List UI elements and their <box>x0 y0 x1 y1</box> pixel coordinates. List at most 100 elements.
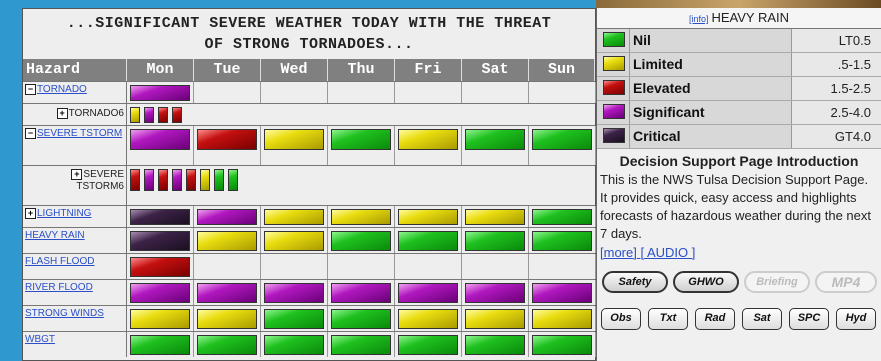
risk-swatch-lim[interactable] <box>465 309 525 329</box>
obs-button[interactable]: Obs <box>601 308 641 330</box>
risk-swatch-lim[interactable] <box>130 309 190 329</box>
hazard-name[interactable]: HEAVY RAIN <box>25 230 85 241</box>
risk-swatch-nil[interactable] <box>532 335 592 355</box>
hazard-label[interactable]: HEAVY RAIN <box>23 228 127 253</box>
risk-mini-lim[interactable] <box>130 107 140 123</box>
risk-swatch-nil[interactable] <box>331 129 391 150</box>
day-cell <box>462 306 529 331</box>
mp4-button[interactable]: MP4 <box>815 271 877 293</box>
risk-swatch-nil[interactable] <box>398 231 458 251</box>
safety-button[interactable]: Safety <box>602 271 668 293</box>
hazard-label[interactable]: − SEVERE TSTORM <box>23 126 127 165</box>
hazard-name[interactable]: STRONG WINDS <box>25 308 104 319</box>
risk-swatch-lim[interactable] <box>398 309 458 329</box>
hazard-name[interactable]: FLASH FLOOD <box>25 256 94 267</box>
risk-mini-elev[interactable] <box>130 169 140 191</box>
risk-swatch-crit[interactable] <box>130 209 190 225</box>
hazard-label[interactable]: + LIGHTNING <box>23 206 127 227</box>
risk-swatch-lim[interactable] <box>532 309 592 329</box>
risk-swatch-sig[interactable] <box>130 129 190 150</box>
risk-swatch-nil[interactable] <box>264 309 324 329</box>
risk-mini-elev[interactable] <box>186 169 196 191</box>
risk-swatch-nil[interactable] <box>465 129 525 150</box>
hyd-button[interactable]: Hyd <box>836 308 876 330</box>
risk-swatch-lim[interactable] <box>264 209 324 225</box>
risk-swatch-sig[interactable] <box>398 283 458 303</box>
risk-swatch-nil[interactable] <box>331 231 391 251</box>
risk-swatch-nil[interactable] <box>130 335 190 355</box>
collapse-icon[interactable]: − <box>25 84 36 95</box>
risk-swatch-nil[interactable] <box>532 129 592 150</box>
risk-swatch-lim[interactable] <box>398 129 458 150</box>
expand-icon[interactable]: + <box>71 169 83 180</box>
risk-mini-nil[interactable] <box>228 169 238 191</box>
risk-swatch-nil[interactable] <box>398 335 458 355</box>
risk-mini-sig[interactable] <box>144 169 154 191</box>
risk-swatch-lim[interactable] <box>331 209 391 225</box>
risk-swatch-sig[interactable] <box>465 283 525 303</box>
hazard-name[interactable]: WBGT <box>25 334 55 345</box>
risk-swatch-sig[interactable] <box>197 209 257 225</box>
risk-swatch-crit[interactable] <box>130 231 190 251</box>
hazard-label[interactable]: + SEVERE TSTORM6 <box>23 166 127 205</box>
collapse-icon[interactable]: − <box>25 128 36 139</box>
spc-button[interactable]: SPC <box>789 308 829 330</box>
hazard-name[interactable]: TORNADO <box>37 84 87 95</box>
hazard-label[interactable]: STRONG WINDS <box>23 306 127 331</box>
risk-swatch-sig[interactable] <box>130 85 190 101</box>
risk-mini-nil[interactable] <box>214 169 224 191</box>
risk-swatch-nil[interactable] <box>465 335 525 355</box>
risk-mini-elev[interactable] <box>158 169 168 191</box>
hazard-name[interactable]: SEVERE TSTORM6 <box>76 169 124 192</box>
risk-swatch-lim[interactable] <box>197 231 257 251</box>
hazard-name[interactable]: LIGHTNING <box>37 208 91 219</box>
info-link[interactable]: [info] <box>689 14 709 24</box>
risk-mini-sig[interactable] <box>144 107 154 123</box>
risk-swatch-nil[interactable] <box>532 231 592 251</box>
risk-swatch-lim[interactable] <box>197 309 257 329</box>
txt-button[interactable]: Txt <box>648 308 688 330</box>
hazard-name[interactable]: TORNADO6 <box>69 108 124 119</box>
hazard-label[interactable]: RIVER FLOOD <box>23 280 127 305</box>
risk-swatch-nil[interactable] <box>465 231 525 251</box>
day-cell <box>529 82 596 103</box>
risk-swatch-nil[interactable] <box>331 335 391 355</box>
risk-swatch-sig[interactable] <box>197 283 257 303</box>
headline-line-2: OF STRONG TORNADOES... <box>204 36 414 53</box>
expand-icon[interactable]: + <box>56 108 68 119</box>
risk-swatch-nil[interactable] <box>264 335 324 355</box>
risk-swatch-nil[interactable] <box>532 209 592 225</box>
intro-text: This is the NWS Tulsa Decision Support P… <box>600 172 871 241</box>
risk-swatch-sig[interactable] <box>532 283 592 303</box>
risk-swatch-nil[interactable] <box>197 335 257 355</box>
ghwo-button[interactable]: GHWO <box>673 271 739 293</box>
risk-mini-elev[interactable] <box>172 107 182 123</box>
hazard-name[interactable]: RIVER FLOOD <box>25 282 93 293</box>
risk-mini-sig[interactable] <box>172 169 182 191</box>
day-cell <box>395 206 462 227</box>
risk-swatch-sig[interactable] <box>264 283 324 303</box>
hazard-label[interactable]: WBGT <box>23 332 127 357</box>
risk-mini-lim[interactable] <box>200 169 210 191</box>
risk-swatch-lim[interactable] <box>465 209 525 225</box>
risk-swatch-lim[interactable] <box>264 231 324 251</box>
hazard-label[interactable]: − TORNADO <box>23 82 127 103</box>
rad-button[interactable]: Rad <box>695 308 735 330</box>
audio-link[interactable]: [ AUDIO ] <box>640 245 695 260</box>
risk-swatch-elev[interactable] <box>130 257 190 277</box>
risk-swatch-lim[interactable] <box>264 129 324 150</box>
day-cell <box>127 280 194 305</box>
more-link[interactable]: [more] <box>600 245 637 260</box>
hazard-name[interactable]: SEVERE TSTORM <box>37 128 122 139</box>
risk-swatch-nil[interactable] <box>331 309 391 329</box>
hazard-label[interactable]: + TORNADO6 <box>23 104 127 125</box>
risk-swatch-sig[interactable] <box>130 283 190 303</box>
risk-swatch-elev[interactable] <box>197 129 257 150</box>
risk-swatch-sig[interactable] <box>331 283 391 303</box>
hazard-label[interactable]: FLASH FLOOD <box>23 254 127 279</box>
sat-button[interactable]: Sat <box>742 308 782 330</box>
risk-swatch-lim[interactable] <box>398 209 458 225</box>
expand-icon[interactable]: + <box>25 208 36 219</box>
briefing-button[interactable]: Briefing <box>744 271 810 293</box>
risk-mini-elev[interactable] <box>158 107 168 123</box>
